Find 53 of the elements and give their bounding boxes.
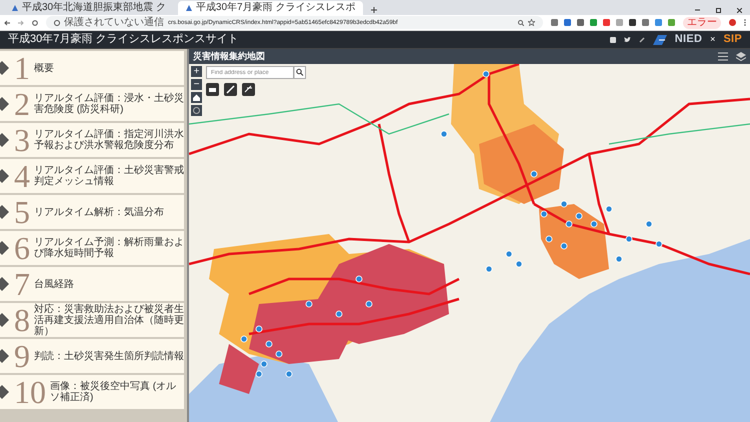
site-icon xyxy=(12,5,18,11)
item-label: リアルタイム評価：指定河川洪水予報および洪水警報危険度分布 xyxy=(34,129,184,151)
home-button-icon[interactable] xyxy=(191,92,202,103)
item-label: 概要 xyxy=(34,62,54,74)
item-number: 4 xyxy=(14,160,30,192)
security-label: 保護されていない通信 xyxy=(64,18,164,28)
restore-icon[interactable] xyxy=(716,8,721,13)
browser-tab[interactable]: 平成30年7月豪雨 クライシスレスポ xyxy=(178,1,364,15)
zoom-out-button[interactable]: − xyxy=(191,79,202,90)
map-drawing[interactable] xyxy=(189,64,750,422)
pencil-button-icon[interactable] xyxy=(224,83,237,96)
new-tab-icon[interactable] xyxy=(371,7,378,13)
locate-button-icon[interactable] xyxy=(191,105,202,116)
site-icon xyxy=(186,5,192,11)
nied-logo-icon xyxy=(652,34,667,44)
zoom-in-button[interactable]: + xyxy=(191,66,202,77)
back-icon[interactable] xyxy=(4,20,10,26)
minimize-icon[interactable] xyxy=(695,7,700,12)
item-label: リアルタイム予測：解析雨量および降水短時間予報 xyxy=(34,237,184,259)
item-label: 台風経路 xyxy=(34,278,74,290)
item-number: 7 xyxy=(14,268,30,300)
item-number: 5 xyxy=(14,196,30,228)
nied-logo-text: NIED xyxy=(674,34,702,45)
item-number: 10 xyxy=(14,376,46,408)
separator-text: × xyxy=(710,35,716,44)
profile-icon[interactable] xyxy=(729,19,736,26)
info-icon[interactable] xyxy=(54,20,60,26)
star-icon[interactable] xyxy=(528,19,535,26)
item-label: 判読：土砂災害発生箇所判読情報 xyxy=(34,350,184,362)
list-icon[interactable] xyxy=(718,52,728,61)
site-title: 平成30年7月豪雨 クライシスレスポンスサイト xyxy=(8,34,238,45)
search-button-icon[interactable] xyxy=(294,66,306,79)
item-label: リアルタイム評価：浸水・土砂災害危険度 (防災科研) xyxy=(34,93,184,115)
sip-logo-text: SIP xyxy=(723,34,742,45)
item-label: 対応：災害救助法および被災者生活再建支援法適用自治体（随時更新） xyxy=(34,304,184,336)
close-icon[interactable] xyxy=(737,8,742,13)
item-number: 1 xyxy=(14,52,30,84)
reload-icon[interactable] xyxy=(32,20,38,26)
map-panel-title: 災害情報集約地図 xyxy=(193,52,265,61)
item-number: 3 xyxy=(14,124,30,156)
item-label: リアルタイム解析：気温分布 xyxy=(34,206,164,218)
print-button-icon[interactable] xyxy=(206,83,219,96)
item-number: 9 xyxy=(14,340,30,372)
profile-error-button[interactable]: エラー xyxy=(683,16,721,28)
item-number: 2 xyxy=(14,88,30,120)
measure-button-icon[interactable] xyxy=(242,83,255,96)
item-number: 6 xyxy=(14,232,30,264)
item-number: 8 xyxy=(14,304,30,336)
search-icon[interactable] xyxy=(518,20,524,26)
item-label: リアルタイム評価：土砂災害警戒判定メッシュ情報 xyxy=(34,165,184,187)
item-label: 画像：被災後空中写真 (オルソ補正済) xyxy=(50,381,178,403)
twitter-icon[interactable] xyxy=(624,36,631,42)
layers-icon[interactable] xyxy=(736,52,746,62)
